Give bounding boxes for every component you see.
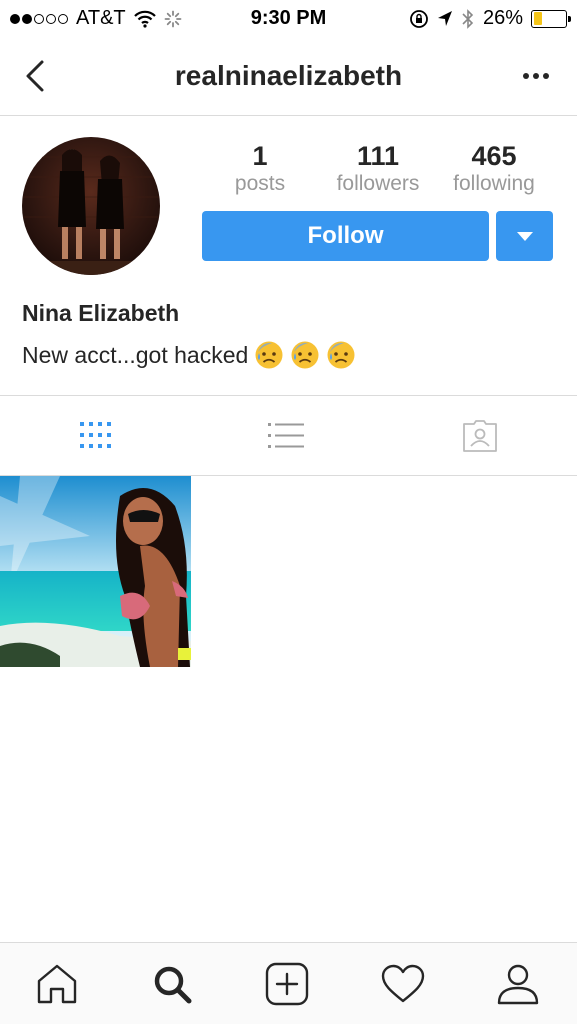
more-options-icon[interactable] [521, 64, 551, 88]
battery-percent: 26% [482, 7, 523, 29]
search-icon[interactable] [149, 961, 195, 1007]
profile-stats: 1 posts 111 followers 465 following [200, 142, 560, 202]
list-view-icon[interactable] [266, 418, 306, 454]
followers-label: followers [336, 172, 420, 195]
followers-count: 111 [356, 141, 400, 171]
stat-following[interactable]: 465 following [434, 142, 554, 198]
tagged-photos-icon[interactable] [460, 418, 500, 454]
profile-bio: New acct...got hacked [22, 340, 356, 370]
profile-view-tabs [0, 395, 577, 476]
bottom-tab-bar [0, 942, 577, 1024]
battery-icon [531, 9, 571, 28]
profile-icon[interactable] [495, 961, 541, 1007]
orientation-lock-icon [410, 9, 428, 28]
username-title: realninaelizabeth [174, 60, 403, 91]
battery-level [533, 12, 542, 25]
stat-posts[interactable]: 1 posts [200, 142, 320, 198]
home-icon[interactable] [34, 961, 80, 1007]
caret-down-icon [517, 232, 533, 241]
posts-count: 1 [252, 141, 268, 171]
stat-followers[interactable]: 111 followers [318, 142, 438, 198]
status-right: 26% [409, 7, 571, 30]
profile-full-name: Nina Elizabeth [22, 300, 180, 326]
location-arrow-icon [437, 10, 452, 26]
suggested-dropdown-button[interactable] [496, 211, 553, 261]
sad-sweat-face-emoji-icon [255, 341, 283, 369]
grid-view-icon[interactable] [76, 418, 116, 454]
nav-bar: realninaelizabeth [0, 38, 577, 116]
sad-sweat-face-emoji-icon [291, 341, 319, 369]
add-post-icon[interactable] [264, 961, 310, 1007]
following-count: 465 [471, 141, 517, 171]
following-label: following [453, 172, 535, 195]
sad-sweat-face-emoji-icon [327, 341, 355, 369]
status-bar: AT&T 9:30 PM 26% [0, 0, 577, 38]
bluetooth-icon [462, 8, 474, 29]
post-thumbnail[interactable] [0, 476, 191, 667]
profile-avatar[interactable] [22, 137, 160, 275]
follow-button[interactable]: Follow [202, 211, 489, 261]
heart-icon[interactable] [380, 961, 426, 1007]
posts-label: posts [234, 172, 286, 195]
bio-text: New acct...got hacked [22, 341, 249, 368]
